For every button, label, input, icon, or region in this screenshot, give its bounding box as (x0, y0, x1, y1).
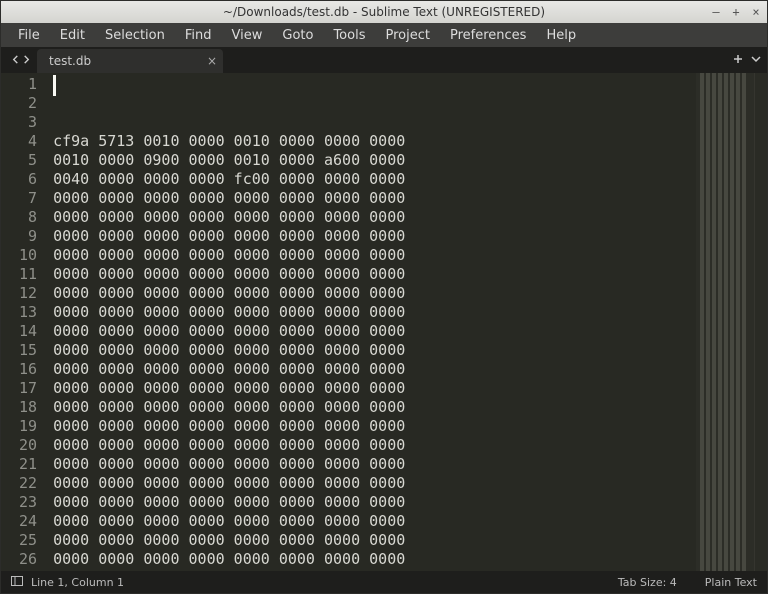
line-number: 15 (19, 341, 37, 360)
minimap-column (736, 73, 740, 571)
menu-bar: FileEditSelectionFindViewGotoToolsProjec… (1, 23, 767, 47)
menu-item-view[interactable]: View (223, 25, 272, 46)
menu-item-goto[interactable]: Goto (273, 25, 322, 46)
code-line: 0000 0000 0000 0000 0000 0000 0000 0000 (53, 379, 696, 398)
line-number: 1 (19, 75, 37, 94)
code-line: 0000 0000 0000 0000 0000 0000 0000 0000 (53, 227, 696, 246)
code-line: 0000 0000 0000 0000 0000 0000 0000 0000 (53, 531, 696, 550)
status-position[interactable]: Line 1, Column 1 (31, 576, 124, 589)
tab-close-icon[interactable]: × (207, 54, 217, 68)
menu-item-find[interactable]: Find (176, 25, 221, 46)
line-number: 13 (19, 303, 37, 322)
line-number: 23 (19, 493, 37, 512)
menu-item-project[interactable]: Project (376, 25, 438, 46)
line-number: 7 (19, 189, 37, 208)
code-line: 0000 0000 0000 0000 0000 0000 0000 0000 (53, 493, 696, 512)
menu-item-tools[interactable]: Tools (324, 25, 374, 46)
code-view[interactable]: cf9a 5713 0010 0000 0010 0000 0000 00000… (47, 73, 696, 571)
minimap[interactable] (696, 73, 754, 571)
code-line: 0010 0000 0900 0000 0010 0000 a600 0000 (53, 151, 696, 170)
minimap-column (742, 73, 746, 571)
close-button[interactable]: × (749, 5, 763, 19)
line-number: 9 (19, 227, 37, 246)
line-number: 16 (19, 360, 37, 379)
code-line: 0000 0000 0000 0000 0000 0000 0000 0000 (53, 550, 696, 569)
minimap-column (730, 73, 734, 571)
minimap-column (700, 73, 704, 571)
line-number: 10 (19, 246, 37, 265)
line-number: 17 (19, 379, 37, 398)
minimap-column (724, 73, 728, 571)
code-line: 0000 0000 0000 0000 0000 0000 0000 0000 (53, 322, 696, 341)
new-tab-icon[interactable] (733, 53, 743, 68)
tab-bar: test.db × (1, 47, 767, 73)
tab-label: test.db (49, 54, 91, 68)
line-number: 19 (19, 417, 37, 436)
line-number: 12 (19, 284, 37, 303)
menu-item-help[interactable]: Help (537, 25, 585, 46)
app-window: ~/Downloads/test.db - Sublime Text (UNRE… (0, 0, 768, 594)
line-number: 14 (19, 322, 37, 341)
minimap-column (718, 73, 722, 571)
line-number-gutter: 1234567891011121314151617181920212223242… (1, 73, 47, 571)
line-number: 22 (19, 474, 37, 493)
line-number: 25 (19, 531, 37, 550)
tab-nav (5, 47, 37, 73)
editor-area: 1234567891011121314151617181920212223242… (1, 73, 767, 571)
line-number: 20 (19, 436, 37, 455)
vertical-scrollbar[interactable] (754, 73, 767, 571)
tab-dropdown-icon[interactable] (751, 53, 761, 68)
code-line: 0000 0000 0000 0000 0000 0000 0000 0000 (53, 474, 696, 493)
tab-test-db[interactable]: test.db × (37, 49, 223, 73)
status-syntax[interactable]: Plain Text (705, 576, 757, 589)
menu-item-file[interactable]: File (9, 25, 49, 46)
code-line: 0000 0000 0000 0000 0000 0000 0000 0000 (53, 341, 696, 360)
line-number: 11 (19, 265, 37, 284)
window-controls: – + × (709, 1, 763, 23)
line-number: 6 (19, 170, 37, 189)
line-number: 8 (19, 208, 37, 227)
code-line: 0000 0000 0000 0000 0000 0000 0000 0000 (53, 303, 696, 322)
text-cursor (53, 75, 56, 96)
line-number: 4 (19, 132, 37, 151)
code-line: 0000 0000 0000 0000 0000 0000 0000 0000 (53, 417, 696, 436)
code-line: 0000 0000 0000 0000 0000 0000 0000 0000 (53, 246, 696, 265)
line-number: 24 (19, 512, 37, 531)
tab-prev-icon[interactable] (11, 53, 20, 68)
line-number: 21 (19, 455, 37, 474)
code-line: 0000 0000 0000 0000 0000 0000 0000 0000 (53, 265, 696, 284)
menu-item-preferences[interactable]: Preferences (441, 25, 535, 46)
code-line: 0000 0000 0000 0000 0000 0000 0000 0000 (53, 436, 696, 455)
code-line: cf9a 5713 0010 0000 0010 0000 0000 0000 (53, 132, 696, 151)
line-number: 5 (19, 151, 37, 170)
minimap-column (706, 73, 710, 571)
code-line: 0000 0000 0000 0000 0000 0000 0000 0000 (53, 398, 696, 417)
code-line: 0000 0000 0000 0000 0000 0000 0000 0000 (53, 208, 696, 227)
code-line: 0000 0000 0000 0000 0000 0000 0000 0000 (53, 455, 696, 474)
code-line: 0000 0000 0000 0000 0000 0000 0000 0000 (53, 189, 696, 208)
code-line: 0000 0000 0000 0000 0000 0000 0000 0000 (53, 360, 696, 379)
line-number: 26 (19, 550, 37, 569)
tab-next-icon[interactable] (22, 53, 31, 68)
line-number: 2 (19, 94, 37, 113)
status-bar: Line 1, Column 1 Tab Size: 4 Plain Text (1, 571, 767, 593)
window-title: ~/Downloads/test.db - Sublime Text (UNRE… (223, 5, 545, 19)
minimize-button[interactable]: – (709, 5, 723, 19)
title-bar: ~/Downloads/test.db - Sublime Text (UNRE… (1, 1, 767, 23)
code-line: 0000 0000 0000 0000 0000 0000 0000 0000 (53, 284, 696, 303)
minimap-column (712, 73, 716, 571)
code-line: 0000 0000 0000 0000 0000 0000 0000 0000 (53, 512, 696, 531)
menu-item-selection[interactable]: Selection (96, 25, 174, 46)
panel-switcher-icon[interactable] (11, 575, 23, 590)
maximize-button[interactable]: + (729, 5, 743, 19)
code-line: 0000 0000 0000 0000 0000 0000 0000 0000 (53, 569, 696, 571)
code-line: 0040 0000 0000 0000 fc00 0000 0000 0000 (53, 170, 696, 189)
status-tab-size[interactable]: Tab Size: 4 (618, 576, 677, 589)
menu-item-edit[interactable]: Edit (51, 25, 94, 46)
line-number: 3 (19, 113, 37, 132)
line-number: 18 (19, 398, 37, 417)
